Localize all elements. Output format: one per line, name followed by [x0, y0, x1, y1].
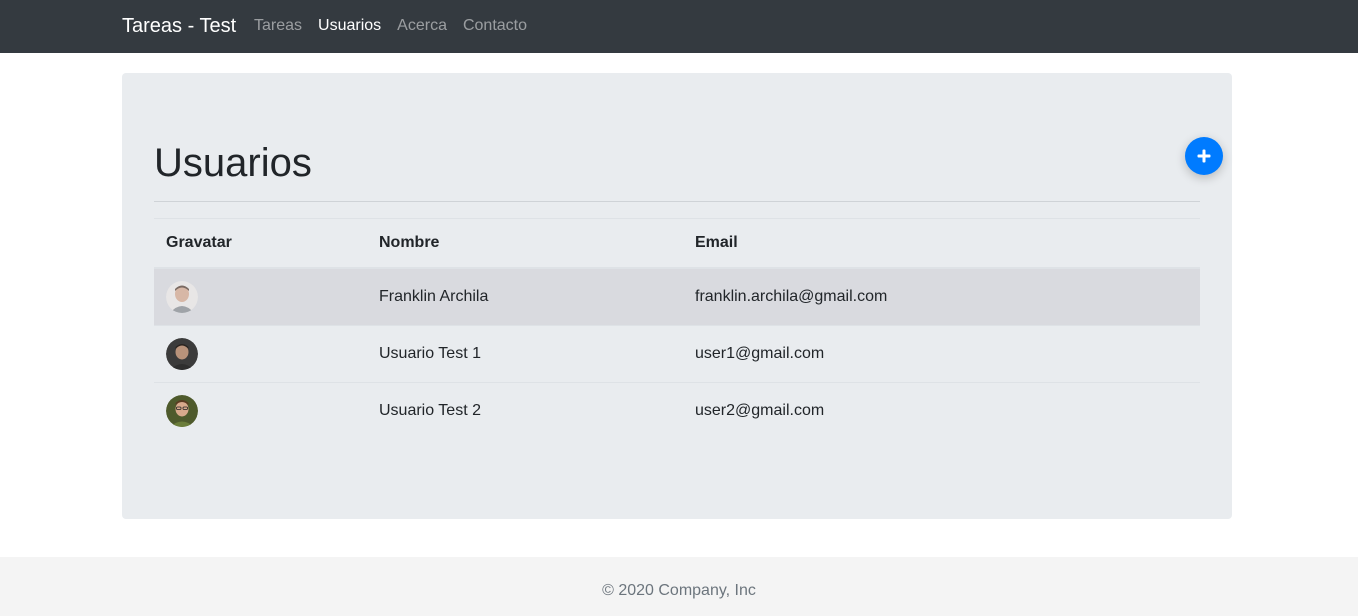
- header-nombre: Nombre: [367, 218, 683, 269]
- avatar: [166, 395, 198, 427]
- gravatar-cell: [154, 267, 367, 326]
- user-name: Usuario Test 2: [367, 382, 683, 439]
- user-name: Usuario Test 1: [367, 325, 683, 383]
- user-email: franklin.archila@gmail.com: [683, 267, 1200, 326]
- avatar: [166, 338, 198, 370]
- nav-link-usuarios[interactable]: Usuarios: [318, 16, 381, 36]
- plus-icon: [1197, 149, 1211, 163]
- navbar-brand[interactable]: Tareas - Test: [122, 13, 236, 39]
- user-email: user2@gmail.com: [683, 382, 1200, 439]
- navbar: Tareas - Test Tareas Usuarios Acerca Con…: [0, 0, 1358, 53]
- table-row[interactable]: Franklin Archila franklin.archila@gmail.…: [154, 267, 1200, 326]
- table-row[interactable]: Usuario Test 2 user2@gmail.com: [154, 382, 1200, 439]
- gravatar-cell: [154, 325, 367, 383]
- footer: © 2020 Company, Inc: [0, 557, 1358, 616]
- avatar: [166, 281, 198, 313]
- header-gravatar: Gravatar: [154, 218, 367, 269]
- footer-copyright: © 2020 Company, Inc: [602, 582, 756, 599]
- table-header-row: Gravatar Nombre Email: [154, 218, 1200, 269]
- table-row[interactable]: Usuario Test 1 user1@gmail.com: [154, 325, 1200, 383]
- page-title: Usuarios: [154, 141, 312, 185]
- users-panel: Usuarios Gravatar Nombre Email Franklin …: [122, 73, 1232, 519]
- user-email: user1@gmail.com: [683, 325, 1200, 383]
- header-email: Email: [683, 218, 1200, 269]
- gravatar-cell: [154, 382, 367, 439]
- add-user-button[interactable]: [1185, 137, 1223, 175]
- user-name: Franklin Archila: [367, 267, 683, 326]
- title-divider: [154, 201, 1200, 202]
- nav-link-tareas[interactable]: Tareas: [254, 16, 302, 36]
- users-table: Gravatar Nombre Email Franklin Archila f…: [154, 218, 1200, 439]
- nav-link-contacto[interactable]: Contacto: [463, 16, 527, 36]
- nav-links: Tareas Usuarios Acerca Contacto: [254, 16, 543, 36]
- nav-link-acerca[interactable]: Acerca: [397, 16, 447, 36]
